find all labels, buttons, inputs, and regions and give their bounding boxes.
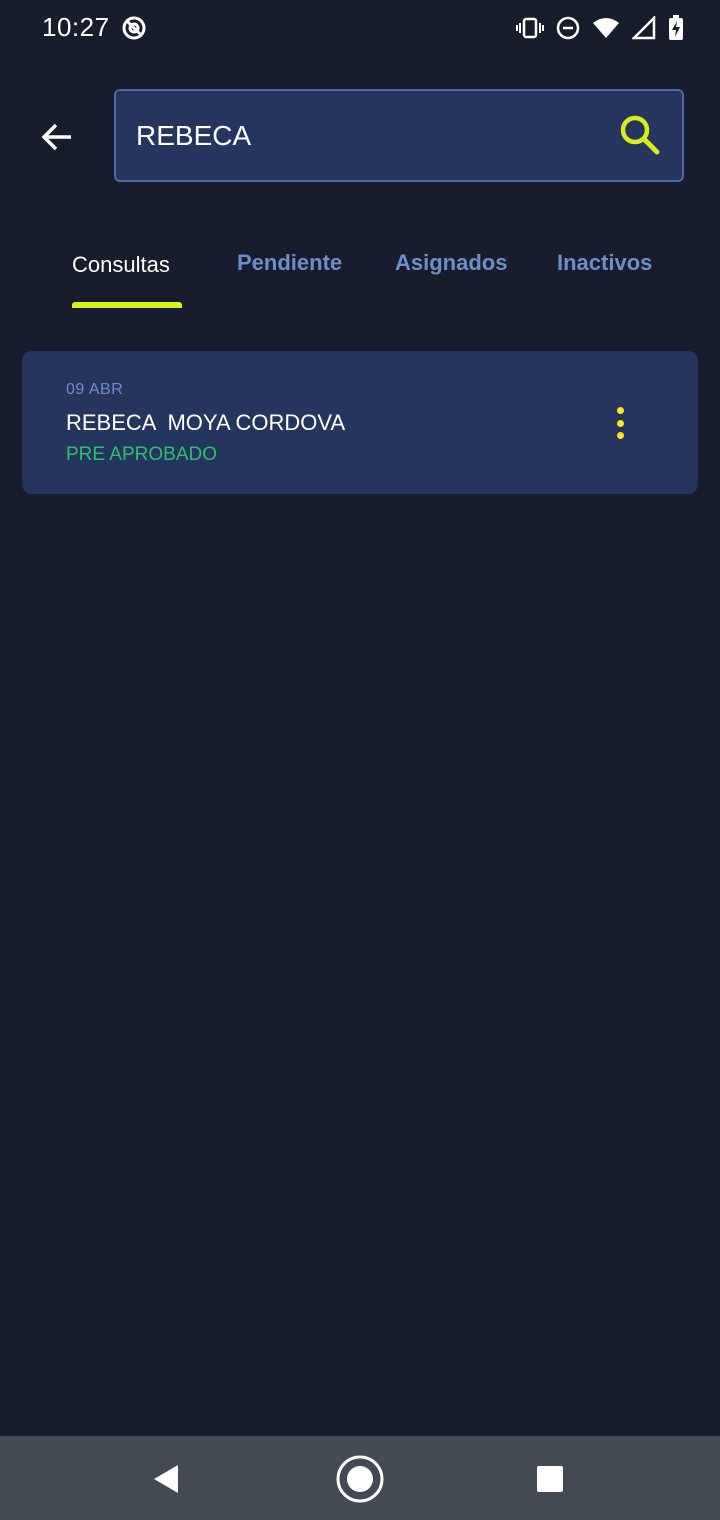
do-not-disturb-icon xyxy=(556,16,580,40)
tab-bar: Consultas Pendiente Asignados Inactivos xyxy=(0,240,720,310)
wifi-icon xyxy=(593,18,619,38)
tab-consultas[interactable]: Consultas xyxy=(72,252,170,278)
nav-home-icon xyxy=(336,1455,384,1503)
status-time: 10:27 xyxy=(42,12,110,42)
search-button[interactable] xyxy=(618,113,662,157)
back-button[interactable] xyxy=(30,110,84,164)
nav-back-button[interactable] xyxy=(142,1454,192,1504)
nav-home-button[interactable] xyxy=(335,1454,385,1504)
list-item[interactable]: 09 ABR REBECA MOYA CORDOVA PRE APROBADO xyxy=(22,351,698,494)
search-input[interactable] xyxy=(136,111,606,161)
system-nav-bar xyxy=(0,1436,720,1520)
nav-recents-button[interactable] xyxy=(525,1454,575,1504)
more-dot xyxy=(616,419,624,427)
status-icons xyxy=(516,12,684,44)
status-bar: 10:27 xyxy=(0,0,720,56)
at-sign-icon xyxy=(122,16,146,40)
tab-inactivos[interactable]: Inactivos xyxy=(557,250,652,276)
battery-charging-icon xyxy=(669,15,683,40)
more-dot xyxy=(616,432,624,439)
search-box xyxy=(114,89,684,182)
tab-pendiente[interactable]: Pendiente xyxy=(237,250,342,276)
arrow-left-icon xyxy=(41,123,71,151)
nav-recents-icon xyxy=(537,1466,563,1492)
tab-asignados[interactable]: Asignados xyxy=(395,250,507,276)
more-vertical-icon[interactable] xyxy=(608,403,632,443)
vibrate-icon xyxy=(516,17,544,39)
search-icon xyxy=(620,115,660,155)
status-badge: PRE APROBADO xyxy=(66,444,217,465)
active-tab-indicator xyxy=(72,302,182,308)
signal-icon xyxy=(632,16,656,40)
nav-back-icon xyxy=(154,1465,178,1493)
item-date: 09 ABR xyxy=(66,381,124,398)
item-name: REBECA MOYA CORDOVA xyxy=(66,410,346,435)
more-dot xyxy=(616,407,624,414)
